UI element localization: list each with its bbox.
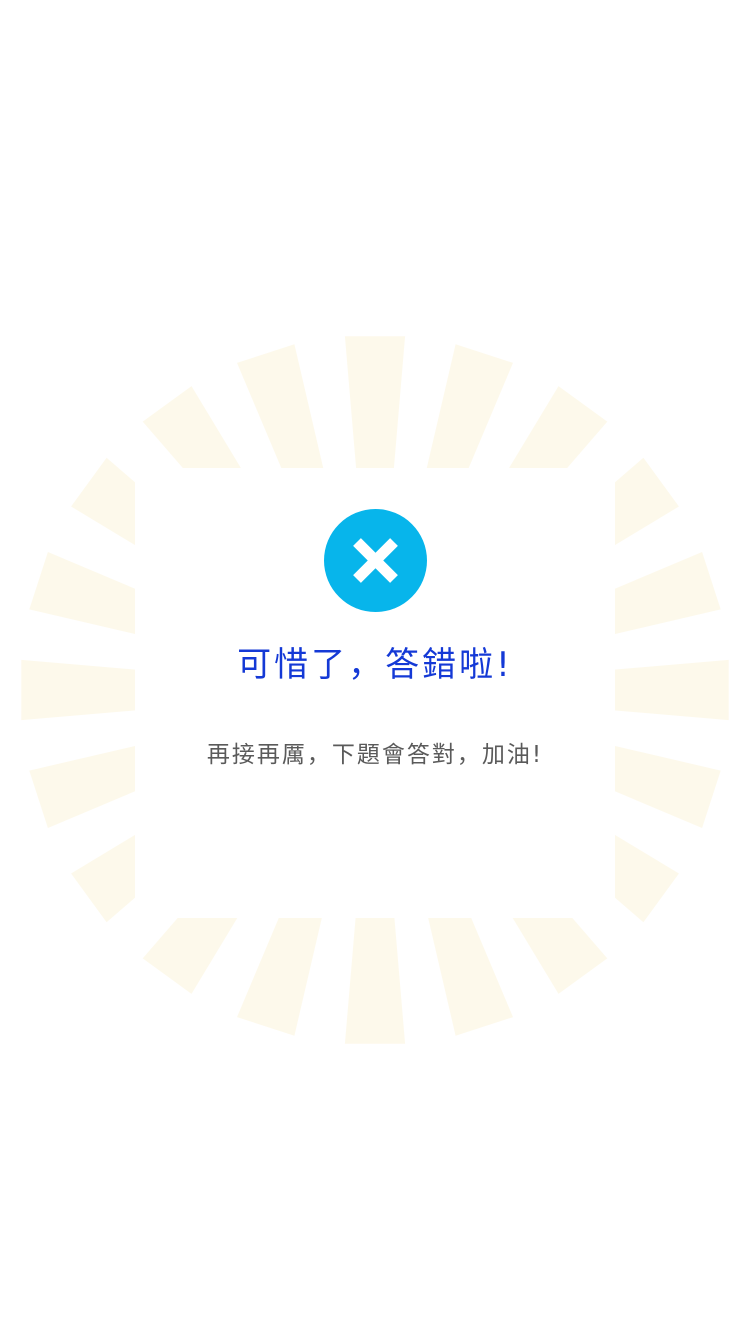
result-message: 再接再厲，下題會答對，加油! bbox=[206, 742, 544, 768]
result-title: 可惜了，答錯啦! bbox=[237, 645, 513, 685]
wrong-answer-screen: 可惜了，答錯啦! 再接再厲，下題會答對，加油! bbox=[0, 0, 750, 1334]
close-icon bbox=[324, 509, 427, 612]
